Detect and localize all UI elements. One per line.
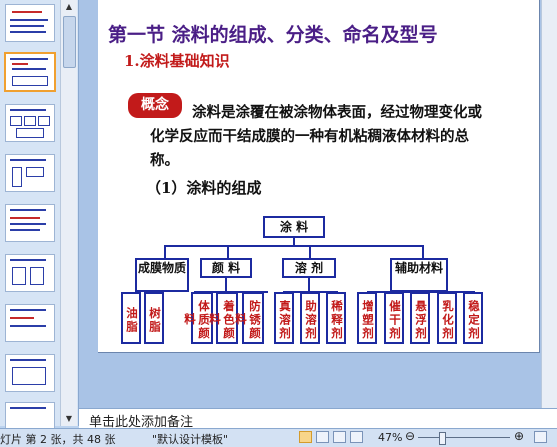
reading-view-button[interactable] [333,431,346,443]
zoom-out-icon[interactable]: ⊖ [405,429,415,443]
tree-root-node[interactable]: 涂 料 [263,216,325,238]
slide-thumbnail-3[interactable] [5,104,55,142]
slide-thumbnail-6[interactable] [5,254,55,292]
group-node-auxiliary[interactable]: 辅助材料 [390,258,448,292]
leaf-true-solvent[interactable]: 真溶剂 [274,292,294,344]
slide-scrollbar[interactable] [541,0,557,408]
connector-line [164,245,166,259]
connector-line [225,278,227,292]
zoom-level[interactable]: 47% [378,431,402,444]
zoom-in-icon[interactable]: ⊕ [514,429,524,443]
leaf-cosolvent[interactable]: 助溶剂 [300,292,320,344]
scroll-down-icon[interactable]: ▼ [61,412,77,426]
slide-thumbnail-4[interactable] [5,154,55,192]
slide-sorter-view-button[interactable] [316,431,329,443]
connector-line [164,245,423,247]
normal-view-button[interactable] [299,431,312,443]
leaf-stabilizer[interactable]: 稳定剂 [463,292,483,344]
leaf-antirust-pigment[interactable]: 防锈颜料 [234,292,264,344]
slide-thumbnail-5[interactable] [5,204,55,242]
leaf-resin[interactable]: 树脂 [144,292,164,344]
leaf-oil[interactable]: 油脂 [121,292,141,344]
connector-line [308,278,310,292]
slide-thumbnail-8[interactable] [5,354,55,392]
thumbnail-scrollbar[interactable]: ▲ ▼ [60,0,77,426]
connector-line [309,245,311,259]
leaf-diluent[interactable]: 稀释剂 [326,292,346,344]
slide-thumbnail-1[interactable] [5,4,55,42]
notes-pane[interactable]: 单击此处添加备注 [79,408,557,430]
slideshow-view-button[interactable] [350,431,363,443]
scrollbar-thumb[interactable] [63,16,76,68]
leaf-drier[interactable]: 催干剂 [384,292,404,344]
connector-line [422,245,424,259]
fit-to-window-button[interactable] [534,431,547,443]
composition-tree-diagram: 涂 料 成膜物质 颜 料 溶 剂 辅助材料 油脂 树脂 体质颜料 着色颜料 防锈… [98,0,539,352]
leaf-suspending-agent[interactable]: 悬浮剂 [410,292,430,344]
zoom-slider-knob[interactable] [439,432,446,445]
slide-thumbnail-2[interactable] [4,52,56,92]
design-template-name: "默认设计模板" [152,433,229,446]
slide-thumbnail-7[interactable] [5,304,55,342]
slide-edit-area[interactable]: 第一节 涂料的组成、分类、命名及型号 1.涂料基础知识 概念 涂料是涂覆在被涂物… [79,0,557,408]
scroll-up-icon[interactable]: ▲ [61,0,77,14]
slide-thumbnail-pane[interactable]: ▲ ▼ [0,0,79,440]
status-bar: 灯片 第 2 张，共 48 张 "默认设计模板" 47% ⊖ ⊕ [0,428,557,447]
group-node-pigment[interactable]: 颜 料 [200,258,252,278]
group-node-film-former[interactable]: 成膜物质 [135,258,189,292]
slide-canvas[interactable]: 第一节 涂料的组成、分类、命名及型号 1.涂料基础知识 概念 涂料是涂覆在被涂物… [98,0,540,353]
group-node-solvent[interactable]: 溶 剂 [282,258,336,278]
slide-count-text: 灯片 第 2 张，共 48 张 [0,433,116,446]
connector-line [227,245,229,259]
leaf-plasticizer[interactable]: 增塑剂 [357,292,377,344]
zoom-slider[interactable] [418,437,510,438]
leaf-emulsifier[interactable]: 乳化剂 [437,292,457,344]
